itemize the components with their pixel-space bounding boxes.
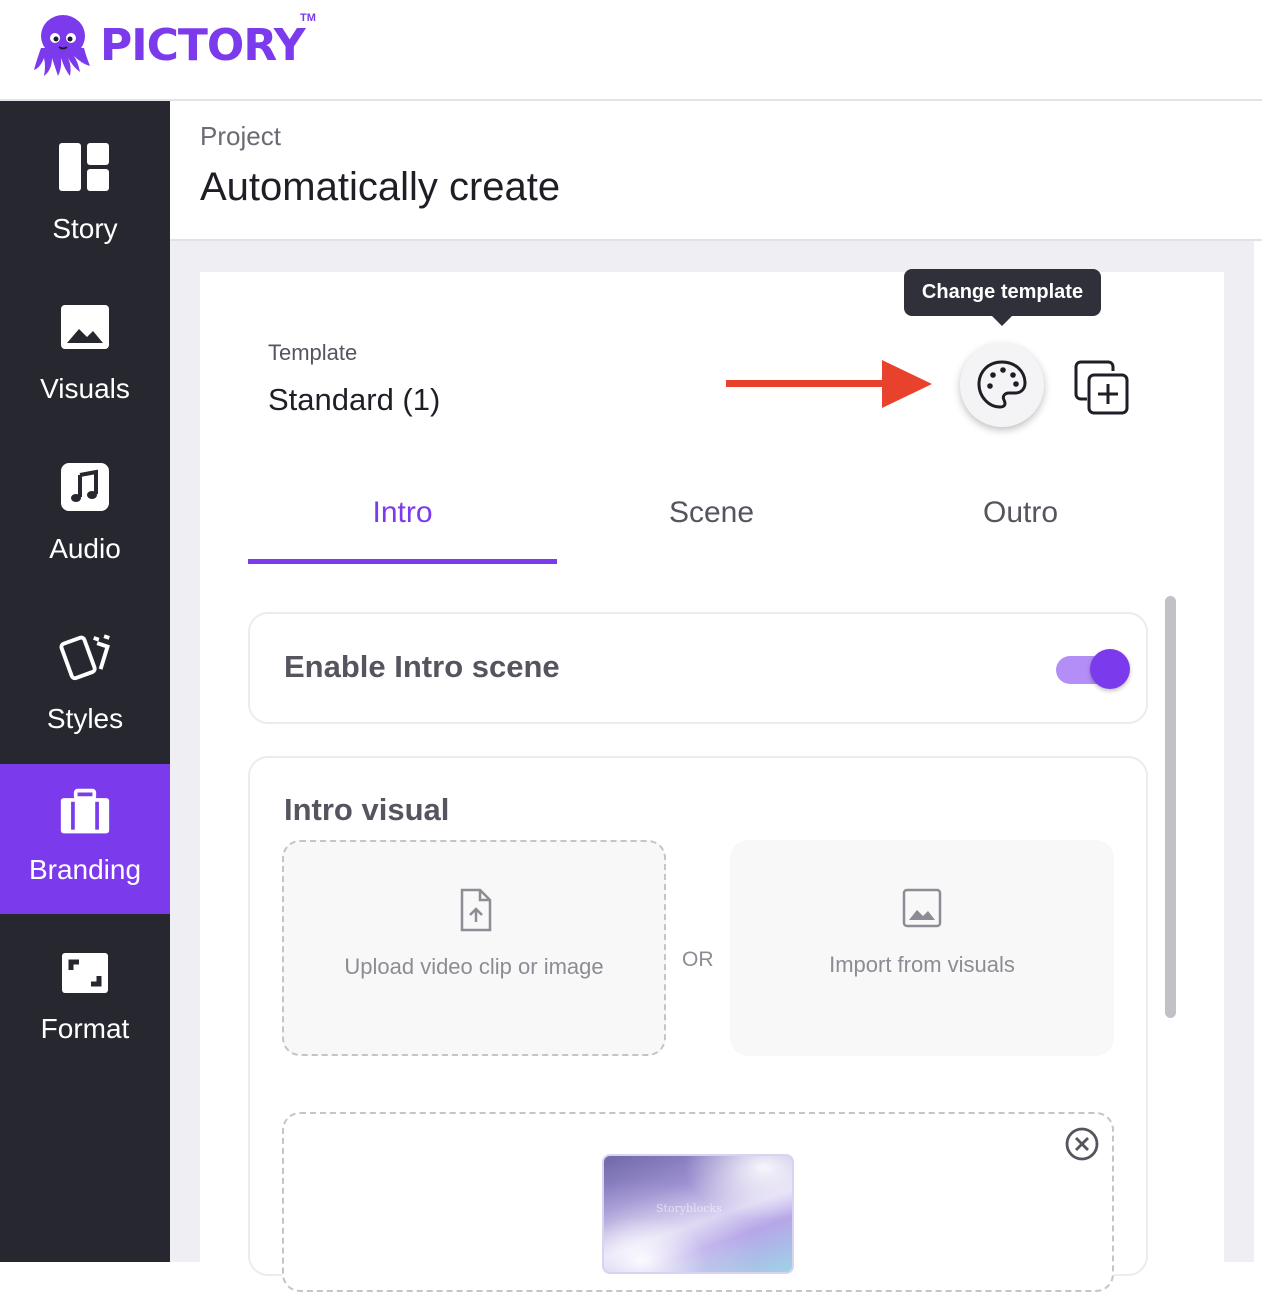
active-tab-indicator	[248, 559, 557, 564]
sidebar-item-story[interactable]: Story	[0, 101, 170, 251]
sidebar: Story Visuals Audio Styles Branding Form…	[0, 101, 170, 1262]
enable-intro-toggle[interactable]	[1056, 648, 1130, 690]
aspect-ratio-icon	[59, 947, 111, 999]
briefcase-icon	[59, 786, 111, 838]
sidebar-item-label: Branding	[28, 854, 142, 885]
or-separator: OR	[682, 948, 714, 971]
import-label: Import from visuals	[829, 952, 1015, 977]
annotation-arrow-icon	[726, 360, 932, 408]
template-name: Standard (1)	[268, 382, 441, 417]
thumbnail-watermark: Storyblocks	[656, 1202, 722, 1215]
template-label: Template	[268, 340, 358, 365]
sidebar-item-label: Audio	[49, 533, 121, 564]
right-edge	[1254, 241, 1262, 1262]
octopus-logo-icon	[34, 15, 90, 76]
enable-intro-label: Enable Intro scene	[284, 649, 560, 684]
music-note-icon	[59, 461, 111, 513]
intro-visual-title: Intro visual	[284, 792, 450, 827]
remove-visual-close-icon[interactable]	[1064, 1126, 1100, 1162]
change-template-button[interactable]	[960, 343, 1044, 427]
image-icon	[59, 301, 111, 353]
palette-icon	[977, 360, 1027, 409]
sidebar-item-visuals[interactable]: Visuals	[0, 261, 170, 411]
scrollbar[interactable]	[1165, 596, 1176, 1018]
enable-intro-card: Enable Intro scene	[248, 612, 1148, 724]
pictory-logo[interactable]: PICTORY TM	[32, 12, 316, 78]
sidebar-item-label: Styles	[46, 703, 124, 734]
cards-icon	[59, 631, 111, 683]
sidebar-item-audio[interactable]: Audio	[0, 421, 170, 571]
toggle-knob	[1090, 649, 1130, 689]
change-template-tooltip: Change template	[904, 269, 1101, 316]
sidebar-item-label: Visuals	[40, 373, 130, 404]
image-icon	[902, 888, 942, 928]
project-header: Project Automatically create	[170, 101, 1262, 241]
page-title: Automatically create	[200, 165, 561, 209]
tooltip-tail	[990, 314, 1014, 326]
sidebar-item-branding[interactable]: Branding	[0, 764, 170, 914]
duplicate-add-icon	[1074, 360, 1129, 415]
upload-label: Upload video clip or image	[344, 954, 604, 979]
file-upload-icon	[460, 888, 492, 932]
sidebar-item-label: Format	[40, 1013, 130, 1044]
story-layout-icon	[59, 141, 111, 193]
upload-dropzone[interactable]: Upload video clip or image	[282, 840, 666, 1056]
import-from-visuals-button[interactable]: Import from visuals	[730, 840, 1114, 1056]
sidebar-item-label: Story	[52, 213, 118, 244]
top-bar: PICTORY TM	[0, 0, 1262, 101]
sidebar-item-format[interactable]: Format	[0, 921, 170, 1071]
tab-intro[interactable]: Intro	[248, 496, 557, 530]
sidebar-item-styles[interactable]: Styles	[0, 591, 170, 741]
duplicate-template-button[interactable]	[1072, 358, 1132, 416]
breadcrumb[interactable]: Project	[200, 121, 281, 152]
tab-outro[interactable]: Outro	[866, 496, 1175, 530]
trademark-mark: TM	[300, 12, 316, 24]
logo-wordmark: PICTORY	[100, 19, 306, 71]
tab-scene[interactable]: Scene	[557, 496, 866, 530]
intro-visual-thumbnail[interactable]: Storyblocks	[602, 1154, 794, 1274]
